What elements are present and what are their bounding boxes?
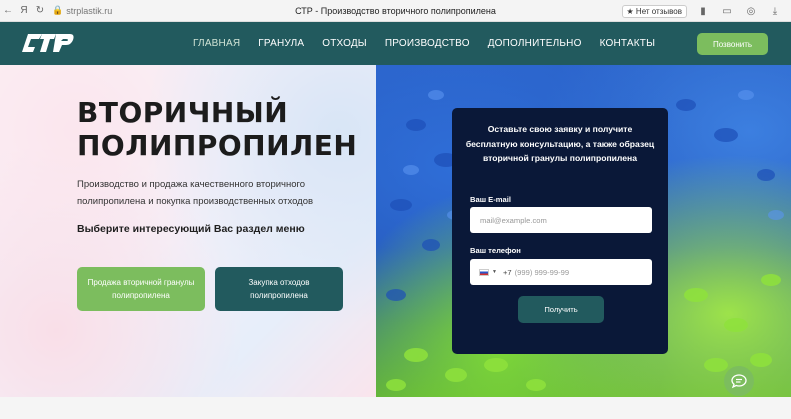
phone-label: Ваш телефон bbox=[470, 246, 521, 255]
buy-waste-button[interactable]: Закупка отходов полипропилена bbox=[215, 267, 343, 311]
nav-item-production[interactable]: ПРОИЗВОДСТВО bbox=[385, 38, 470, 49]
protect-icon[interactable]: ◎ bbox=[743, 6, 759, 17]
browser-toolbar: ← Я ↻ 🔒 strplastik.ru СТР - Производство… bbox=[0, 0, 791, 22]
chat-icon bbox=[731, 374, 747, 389]
next-section-edge bbox=[0, 397, 791, 419]
nav-item-waste[interactable]: ОТХОДЫ bbox=[322, 38, 367, 49]
chevron-down-icon[interactable]: ▼ bbox=[492, 269, 497, 275]
sell-granules-button[interactable]: Продажа вторичной гранулы полипропилена bbox=[77, 267, 205, 311]
russia-flag-icon[interactable] bbox=[479, 268, 489, 276]
lead-form: Оставьте свою заявку и получите бесплатн… bbox=[452, 108, 668, 354]
lock-icon: 🔒 bbox=[52, 5, 64, 15]
email-label: Ваш E-mail bbox=[470, 195, 511, 204]
address-bar[interactable]: 🔒 strplastik.ru bbox=[52, 5, 112, 16]
bookmark-icon[interactable]: ▮ bbox=[695, 6, 711, 17]
phone-code: +7 bbox=[502, 267, 512, 277]
download-icon[interactable]: ⤓ bbox=[767, 6, 783, 17]
hero-description: Производство и продажа качественного вто… bbox=[77, 179, 314, 207]
email-placeholder: mail@example.com bbox=[480, 215, 547, 225]
submit-button[interactable]: Получить bbox=[518, 296, 604, 323]
call-button[interactable]: Позвонить bbox=[697, 33, 768, 55]
reviews-badge[interactable]: ★ Нет отзывов bbox=[621, 4, 687, 18]
hero-title: ВТОРИЧНЫЙ ПОЛИПРОПИЛЕН bbox=[77, 96, 357, 162]
phone-field[interactable]: ▼ +7 (999) 999-99-99 bbox=[470, 259, 652, 285]
url-text: strplastik.ru bbox=[66, 5, 113, 16]
email-field[interactable]: mail@example.com bbox=[470, 207, 652, 233]
nav-item-home[interactable]: ГЛАВНАЯ bbox=[193, 38, 240, 49]
phone-placeholder: (999) 999-99-99 bbox=[514, 267, 570, 277]
battery-icon: ▭ bbox=[722, 5, 732, 17]
main-nav: ГЛАВНАЯ ГРАНУЛА ОТХОДЫ ПРОИЗВОДСТВО ДОПО… bbox=[193, 22, 673, 65]
yandex-icon[interactable]: Я bbox=[16, 5, 32, 16]
str-logo[interactable] bbox=[22, 31, 74, 55]
hero-prompt: Выберите интересующий Вас раздел меню bbox=[77, 223, 305, 235]
hero-section: ВТОРИЧНЫЙ ПОЛИПРОПИЛЕН Производство и пр… bbox=[0, 65, 791, 397]
chat-button[interactable] bbox=[724, 366, 754, 396]
reload-icon[interactable]: ↻ bbox=[32, 5, 48, 16]
site-header: ГЛАВНАЯ ГРАНУЛА ОТХОДЫ ПРОИЗВОДСТВО ДОПО… bbox=[0, 22, 791, 65]
hero-title-line1: ВТОРИЧНЫЙ bbox=[77, 96, 289, 129]
nav-item-granules[interactable]: ГРАНУЛА bbox=[258, 38, 304, 49]
nav-item-contacts[interactable]: КОНТАКТЫ bbox=[600, 38, 656, 49]
back-icon[interactable]: ← bbox=[0, 5, 16, 16]
nav-item-additional[interactable]: ДОПОЛНИТЕЛЬНО bbox=[488, 38, 582, 49]
hero-title-line2: ПОЛИПРОПИЛЕН bbox=[77, 129, 358, 162]
form-heading: Оставьте свою заявку и получите бесплатн… bbox=[465, 124, 655, 163]
